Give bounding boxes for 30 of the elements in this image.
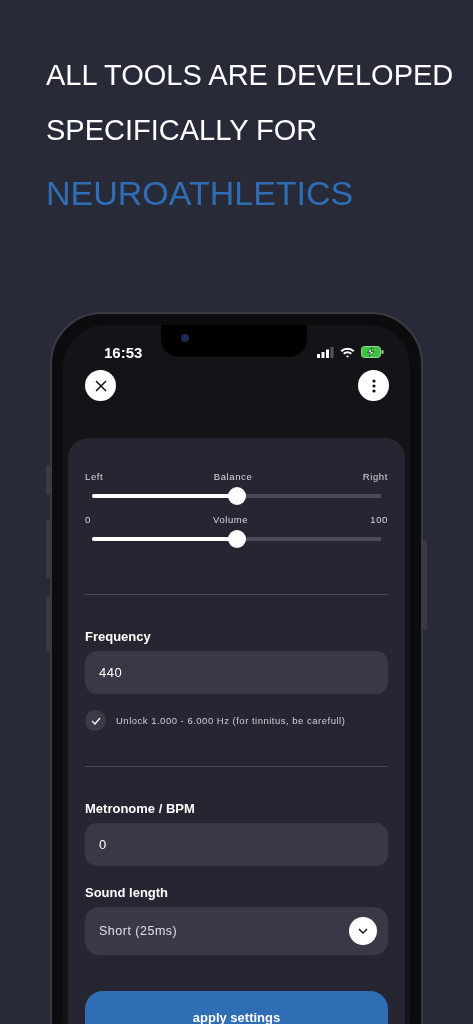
battery-charging-icon	[361, 346, 384, 358]
slider-max-label: 100	[370, 513, 388, 527]
more-icon	[371, 378, 376, 393]
slider-min-label: 0	[85, 513, 91, 527]
close-icon	[94, 379, 107, 392]
field-label: Metronome / BPM	[85, 801, 195, 817]
slider-title: Balance	[213, 470, 253, 484]
headline: SPECIFICALLY FOR	[46, 113, 318, 148]
wifi-icon	[340, 346, 355, 358]
headline: ALL TOOLS ARE DEVELOPED	[46, 58, 454, 93]
status-time: 16:53	[104, 343, 143, 361]
checkbox-label: Unlock 1.000 - 6.000 Hz (for tinnitus, be carefull)	[116, 715, 346, 726]
close-button[interactable]	[85, 370, 116, 401]
frequency-field[interactable]: 440	[85, 651, 388, 694]
unlock-checkbox[interactable]	[85, 710, 106, 731]
slider-title: Volume	[212, 513, 249, 527]
bpm-field[interactable]: 0	[85, 823, 388, 866]
field-label: Sound length	[85, 885, 169, 901]
headline-highlight: NEUROATHLETICS	[46, 173, 354, 214]
signal-icon	[317, 346, 334, 358]
slider-max-label: Right	[362, 470, 388, 484]
field-label: Frequency	[85, 629, 151, 645]
chevron-down-icon	[349, 917, 377, 945]
apply-settings-button[interactable]: apply settings	[85, 991, 388, 1024]
sound-length-dropdown[interactable]: Short (25ms)	[85, 907, 388, 955]
more-button[interactable]	[358, 370, 389, 401]
slider-thumb[interactable]	[227, 487, 246, 505]
check-icon	[90, 716, 101, 725]
slider-min-label: Left	[85, 470, 104, 484]
slider-thumb[interactable]	[227, 530, 246, 548]
